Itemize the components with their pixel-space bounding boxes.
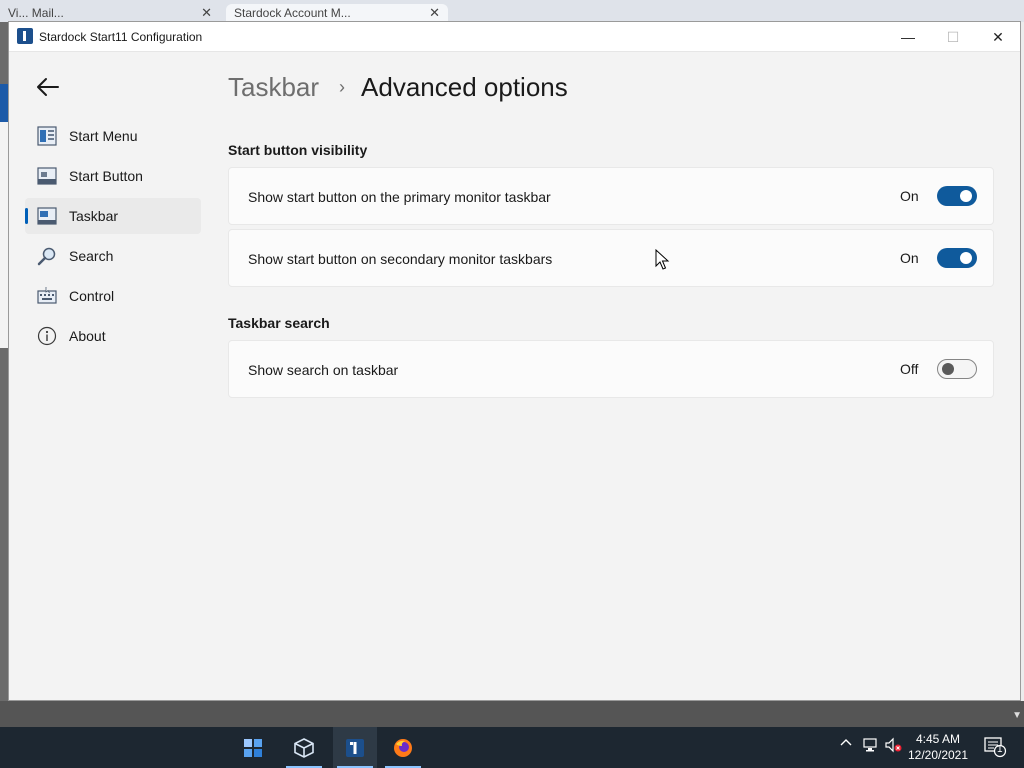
notification-center-icon[interactable]: 1 xyxy=(984,736,1008,761)
minimize-button[interactable]: — xyxy=(885,22,931,52)
back-button[interactable] xyxy=(33,74,63,100)
sidebar-item-start-menu[interactable]: Start Menu xyxy=(25,118,201,154)
notification-count-badge: 1 xyxy=(997,744,1003,755)
title-bar[interactable]: Stardock Start11 Configuration — ☐ ✕ xyxy=(9,22,1020,52)
page-title: Advanced options xyxy=(361,72,568,102)
taskbar-firefox-button[interactable] xyxy=(381,727,425,768)
windows-logo-icon xyxy=(244,738,262,757)
toggle-knob xyxy=(960,190,972,202)
background-window-edge xyxy=(0,84,8,122)
background-window-edge xyxy=(0,701,1024,727)
start11-config-window: Stardock Start11 Configuration — ☐ ✕ Sta… xyxy=(8,21,1021,701)
sidebar-item-start-button[interactable]: Start Button xyxy=(25,158,201,194)
mouse-cursor-icon xyxy=(655,249,670,270)
toggle-state-text: On xyxy=(900,188,919,204)
setting-label: Show search on taskbar xyxy=(248,362,399,378)
sidebar-item-label: Control xyxy=(69,288,115,304)
toggle-knob xyxy=(960,252,972,264)
start11-app-icon xyxy=(17,28,33,44)
sidebar-item-label: About xyxy=(69,328,106,344)
cube-icon xyxy=(294,737,314,758)
section-title: Start button visibility xyxy=(228,142,368,158)
back-arrow-icon xyxy=(37,78,59,96)
sidebar-item-label: Search xyxy=(69,248,114,264)
taskbar-icon xyxy=(37,207,57,225)
setting-card-secondary-start-button: Show start button on secondary monitor t… xyxy=(228,229,994,287)
setting-label: Show start button on the primary monitor… xyxy=(248,189,551,205)
background-window-edge xyxy=(0,122,8,348)
scroll-down-arrow[interactable]: ▼ xyxy=(1012,710,1022,721)
info-icon xyxy=(37,326,57,346)
start11-icon xyxy=(346,738,364,757)
toggle-state-text: Off xyxy=(900,361,919,377)
chevron-right-icon: › xyxy=(339,77,346,97)
toggle-knob xyxy=(942,363,954,375)
taskbar-clock[interactable]: 4:45 AM 12/20/2021 xyxy=(906,731,970,763)
sidebar-item-label: Start Menu xyxy=(69,128,138,144)
section-title: Taskbar search xyxy=(228,315,330,331)
taskbar-start11-button[interactable] xyxy=(333,727,377,768)
primary-start-button-toggle[interactable] xyxy=(937,186,977,206)
firefox-icon xyxy=(394,738,412,757)
maximize-button[interactable]: ☐ xyxy=(930,22,976,52)
setting-label: Show start button on secondary monitor t… xyxy=(248,251,553,267)
clock-time: 4:45 AM xyxy=(915,732,961,746)
sidebar-item-label: Taskbar xyxy=(69,208,119,224)
sidebar-item-taskbar[interactable]: Taskbar xyxy=(25,198,201,234)
setting-card-taskbar-search: Show search on taskbar Off xyxy=(228,340,994,398)
setting-card-primary-start-button: Show start button on the primary monitor… xyxy=(228,167,994,225)
network-icon[interactable] xyxy=(862,737,878,756)
sidebar-item-label: Start Button xyxy=(69,168,143,184)
taskbar-virtualbox-button[interactable] xyxy=(282,727,326,768)
start-menu-icon xyxy=(37,126,57,146)
taskbar-search-toggle[interactable] xyxy=(937,359,977,379)
windows-start-button[interactable] xyxy=(231,727,275,768)
sidebar-item-about[interactable]: About xyxy=(25,318,201,354)
search-icon xyxy=(37,247,56,266)
background-tab[interactable]: Stardock Account M... ✕ xyxy=(226,4,448,22)
toggle-state-text: On xyxy=(900,250,919,266)
breadcrumb: Taskbar › Advanced options xyxy=(228,72,568,103)
background-browser-tabs: Vi... Mail... ✕ Stardock Account M... ✕ xyxy=(0,0,1024,22)
windows-taskbar: 4:45 AM 12/20/2021 1 xyxy=(0,727,1024,768)
start-button-icon xyxy=(37,167,57,185)
show-hidden-icons-chevron-icon[interactable] xyxy=(840,737,852,752)
clock-date: 12/20/2021 xyxy=(907,748,969,762)
window-title: Stardock Start11 Configuration xyxy=(39,30,203,44)
sidebar-nav: Start Menu Start Button Taskbar Search C… xyxy=(25,118,201,358)
breadcrumb-parent-link[interactable]: Taskbar xyxy=(228,72,319,103)
volume-muted-icon[interactable] xyxy=(884,737,902,756)
close-button[interactable]: ✕ xyxy=(975,22,1021,52)
sidebar-item-control[interactable]: Control xyxy=(25,278,201,314)
secondary-start-button-toggle[interactable] xyxy=(937,248,977,268)
background-tab[interactable]: Vi... Mail... ✕ xyxy=(0,4,220,22)
sidebar-item-search[interactable]: Search xyxy=(25,238,201,274)
control-icon xyxy=(37,287,57,304)
